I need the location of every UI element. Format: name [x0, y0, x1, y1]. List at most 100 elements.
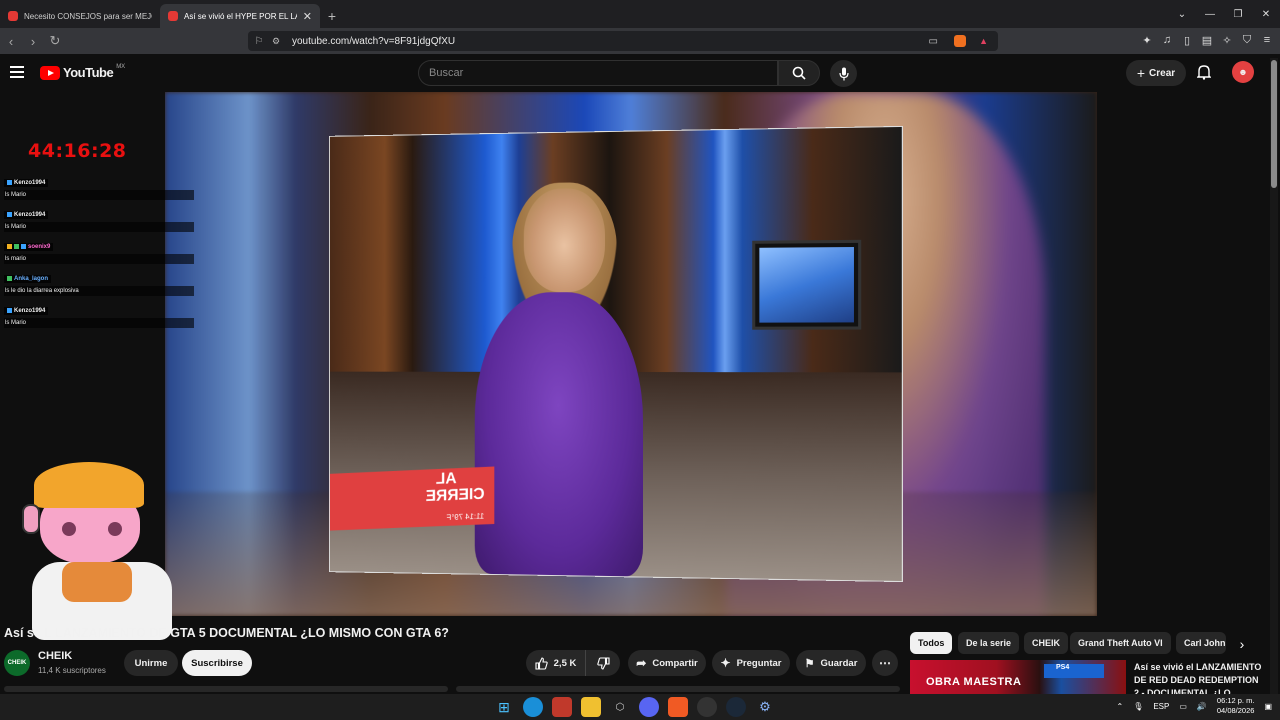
- steam-icon[interactable]: [726, 697, 746, 717]
- youtube-favicon-icon: [8, 11, 18, 21]
- account-avatar[interactable]: ☻: [1232, 61, 1254, 83]
- ps4-badge: PS4: [1044, 664, 1104, 678]
- wallet-icon[interactable]: ▤: [1200, 32, 1214, 48]
- close-tab-icon[interactable]: ✕: [303, 10, 312, 23]
- extensions-icon[interactable]: ✦: [1140, 32, 1154, 48]
- lower-third-time: 11:14 79°F: [446, 511, 485, 522]
- chat-user: Kenzo1994: [14, 211, 46, 218]
- save-button[interactable]: ⚑ Guardar: [796, 650, 866, 676]
- calendar-app-icon[interactable]: [552, 697, 572, 717]
- video-inner-frame: AL CIERRE 11:14 79°F: [329, 126, 902, 582]
- obs-icon[interactable]: [697, 697, 717, 717]
- menu-icon[interactable]: [10, 66, 24, 78]
- dislike-button[interactable]: [586, 650, 620, 676]
- windows-start-icon[interactable]: ⊞: [494, 697, 514, 717]
- music-icon[interactable]: ♫: [1160, 32, 1174, 48]
- window-controls: ⌄ — ❐ ✕: [1168, 0, 1280, 28]
- leo-ai-icon[interactable]: ✧: [1220, 32, 1234, 48]
- microphone-tray-icon[interactable]: 🎙: [1133, 702, 1143, 711]
- close-window-icon[interactable]: ✕: [1252, 0, 1280, 28]
- chevron-up-icon[interactable]: ⌃: [1116, 702, 1123, 711]
- create-button[interactable]: + Crear: [1126, 60, 1186, 86]
- share-button[interactable]: ➦ Compartir: [628, 650, 706, 676]
- youtube-logo[interactable]: YouTube MX: [40, 63, 126, 80]
- chip-serie[interactable]: De la serie: [958, 632, 1020, 654]
- browser-tab-2[interactable]: Así se vivió el HYPE POR EL LANZAMIENTO …: [160, 4, 320, 28]
- chat-user: Kenzo1994: [14, 179, 46, 186]
- page-scrollbar[interactable]: [1270, 58, 1278, 694]
- notification-center-icon[interactable]: ▣: [1264, 702, 1272, 711]
- back-icon[interactable]: ‹: [0, 30, 22, 52]
- region-code: MX: [116, 63, 126, 70]
- chip-carl-johnson[interactable]: Carl Johnson: [1176, 632, 1226, 654]
- brave-shields-icon[interactable]: [954, 35, 966, 47]
- language-indicator[interactable]: ESP: [1153, 702, 1169, 711]
- search-input[interactable]: Buscar: [418, 60, 778, 86]
- stream-chat: Kenzo1994 ls Mario Kenzo1994 ls Mario so…: [4, 172, 194, 332]
- chat-user: soenix9: [28, 243, 51, 250]
- discord-icon[interactable]: [639, 697, 659, 717]
- chat-user: Anka_lagon: [14, 275, 49, 282]
- clock-time: 06:12 p. m.: [1216, 696, 1255, 705]
- clock[interactable]: 06:12 p. m. 04/08/2026: [1217, 696, 1255, 716]
- volume-icon[interactable]: 🔊: [1197, 702, 1207, 711]
- streamer-mascot: [22, 462, 172, 640]
- channel-avatar[interactable]: CHEIK: [4, 650, 30, 676]
- more-actions-button[interactable]: ⋯: [872, 650, 898, 676]
- new-tab-button[interactable]: +: [320, 4, 344, 28]
- chip-gta6[interactable]: Grand Theft Auto VI: [1070, 632, 1171, 654]
- share-label: Compartir: [652, 657, 698, 669]
- site-info-icon[interactable]: ⚙: [272, 36, 282, 46]
- subscribe-button[interactable]: Suscribirse: [182, 650, 252, 676]
- youtube-play-icon: [40, 65, 60, 80]
- video-player[interactable]: AL CIERRE 11:14 79°F: [165, 92, 1097, 616]
- minimize-icon[interactable]: —: [1196, 0, 1224, 28]
- chat-message: Kenzo1994 ls Mario: [4, 172, 194, 200]
- network-icon[interactable]: ▭: [1179, 702, 1187, 711]
- chevron-right-icon[interactable]: ›: [1232, 634, 1252, 654]
- forward-icon[interactable]: ›: [22, 30, 44, 52]
- description-box-secondary[interactable]: [456, 686, 900, 692]
- reload-icon[interactable]: ↻: [44, 30, 66, 52]
- channel-name[interactable]: CHEIK: [38, 650, 72, 662]
- app-cube-icon[interactable]: ⬡: [610, 697, 630, 717]
- search-button[interactable]: [778, 60, 820, 86]
- system-tray: ⌃ 🎙 ESP ▭ 🔊 06:12 p. m. 04/08/2026 ▣: [1116, 696, 1272, 716]
- chip-cheik[interactable]: CHEIK: [1024, 632, 1069, 654]
- studio-monitor: [752, 239, 862, 330]
- like-count: 2,5 K: [553, 657, 577, 669]
- stream-timer: 44:16:28: [28, 140, 127, 162]
- like-button[interactable]: 2,5 K: [526, 650, 586, 676]
- url-text: youtube.com/watch?v=8F91jdgQfXU: [292, 35, 456, 47]
- menu-icon[interactable]: ≡: [1260, 32, 1274, 48]
- recommended-video-thumbnail[interactable]: OBRA MAESTRA PS4: [910, 660, 1126, 694]
- ask-label: Preguntar: [736, 657, 782, 669]
- chat-text: ls Mario: [4, 222, 194, 232]
- address-bar[interactable]: ⚐ ⚙ youtube.com/watch?v=8F91jdgQfXU ▭ ▲: [248, 31, 998, 51]
- tab-list-icon[interactable]: ⌄: [1168, 0, 1196, 28]
- settings-icon[interactable]: ⚙: [755, 697, 775, 717]
- ask-button[interactable]: ✦ Preguntar: [712, 650, 790, 676]
- vpn-shield-icon[interactable]: ⛉: [1240, 32, 1254, 48]
- description-box[interactable]: [4, 686, 448, 692]
- maximize-icon[interactable]: ❐: [1224, 0, 1252, 28]
- notifications-button[interactable]: [1194, 62, 1214, 82]
- thumbs-up-icon: [535, 656, 548, 670]
- lower-third-text: AL CIERRE: [425, 470, 485, 506]
- chat-text: ls mario: [4, 254, 194, 264]
- voice-search-button[interactable]: [830, 60, 857, 87]
- cast-icon[interactable]: ▭: [929, 36, 938, 47]
- sidebar-icon[interactable]: ▯: [1180, 32, 1194, 48]
- browser-tab-1[interactable]: Necesito CONSEJOS para ser MEJOR: [0, 4, 160, 28]
- brave-icon[interactable]: [668, 697, 688, 717]
- bookmark-icon[interactable]: ⚐: [252, 34, 266, 48]
- edge-icon[interactable]: [523, 697, 543, 717]
- chip-todos[interactable]: Todos: [910, 632, 953, 654]
- chat-message: Kenzo1994 ls Mario: [4, 300, 194, 328]
- file-explorer-icon[interactable]: [581, 697, 601, 717]
- create-label: Crear: [1149, 67, 1176, 79]
- rewards-icon[interactable]: ▲: [979, 36, 988, 46]
- extension-icons: ✦ ♫ ▯ ▤ ✧ ⛉ ≡: [1140, 32, 1274, 48]
- chat-text: ls Mario: [4, 318, 194, 328]
- join-button[interactable]: Unirme: [124, 650, 178, 676]
